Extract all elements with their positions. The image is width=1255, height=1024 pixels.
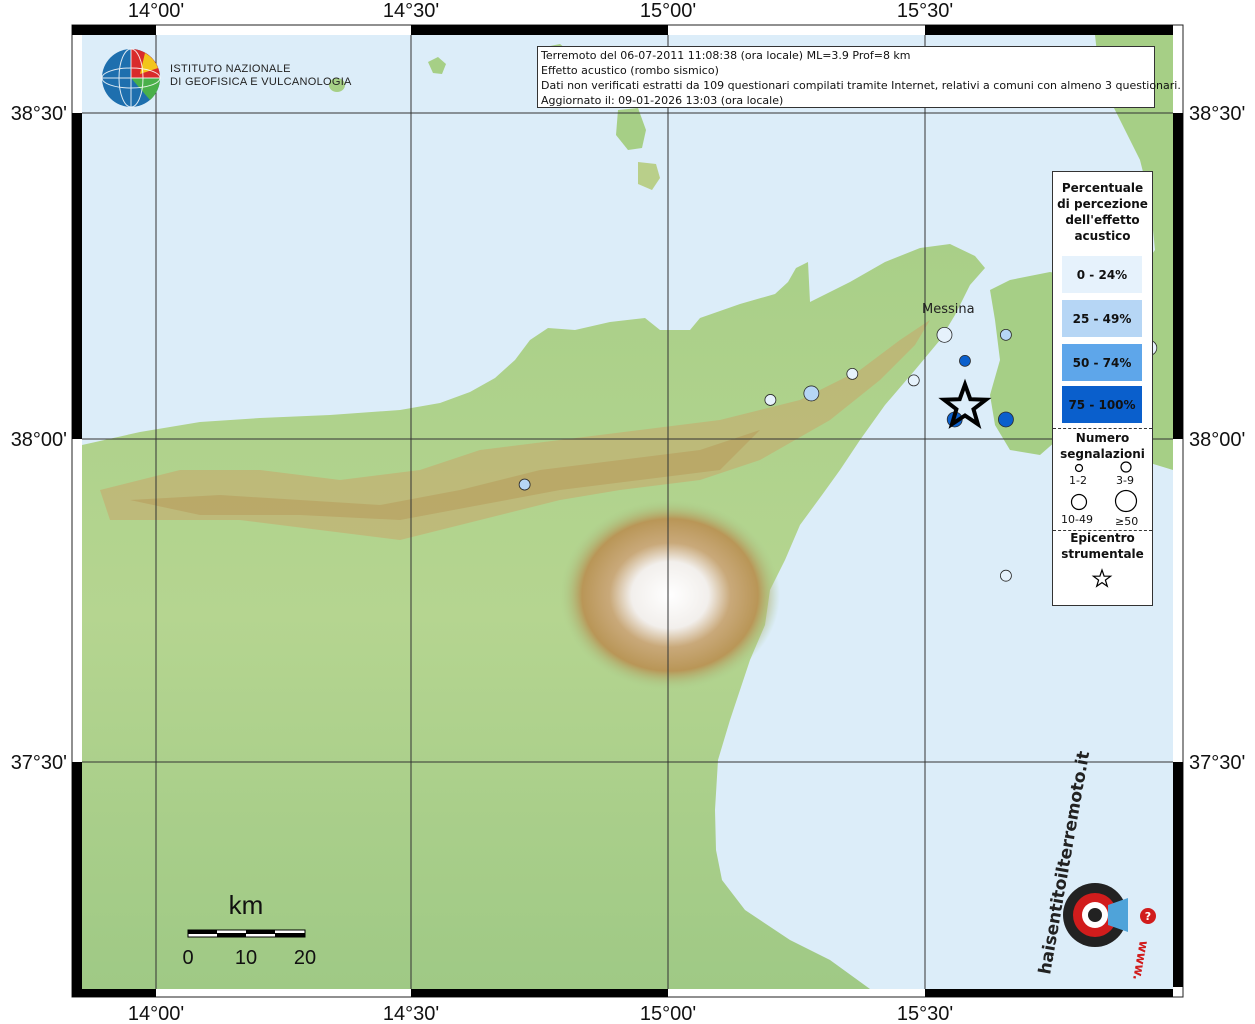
etna-volcano (560, 500, 780, 690)
scale-unit: km (229, 890, 264, 920)
ingv-logo-line1: ISTITUTO NAZIONALE (170, 63, 291, 75)
legend-count-3-9: 3-9 (1116, 474, 1134, 487)
scale-tick-20: 20 (294, 947, 316, 969)
observation-point (959, 354, 971, 367)
ingv-logo-icon (101, 48, 161, 108)
ingv-logo-text: ISTITUTO NAZIONALE DI GEOFISICA E VULCAN… (170, 63, 352, 89)
observation-point (518, 478, 531, 491)
legend-star-icon (1091, 568, 1113, 588)
legend-separator-1 (1053, 428, 1152, 429)
event-info-line3: Dati non verificati estratti da 109 ques… (541, 79, 1181, 92)
event-info-line2: Effetto acustico (rombo sismico) (541, 64, 719, 77)
observation-point (846, 367, 859, 380)
observation-point (907, 374, 920, 387)
legend-circle-50 (1114, 489, 1138, 513)
event-info-box: Terremoto del 06-07-2011 11:08:38 (ora l… (537, 46, 1181, 108)
scale-tick-10: 10 (235, 947, 257, 969)
observation-point (998, 411, 1014, 428)
lon-label-top-1530: 15°30' (897, 0, 953, 22)
ingv-logo-line2: DI GEOFISICA E VULCANOLOGIA (170, 76, 352, 88)
legend-count-symbols (1070, 461, 1138, 513)
observation-point (803, 385, 820, 402)
legend-class-0: 0 - 24% (1062, 256, 1142, 293)
lon-label-bottom-1430: 14°30' (383, 1003, 439, 1024)
event-info-line1: Terremoto del 06-07-2011 11:08:38 (ora l… (541, 49, 911, 62)
legend-circle-3-9 (1120, 461, 1132, 473)
lat-label-right-3730: 37°30' (1189, 752, 1245, 774)
svg-text:?: ? (1145, 910, 1151, 923)
legend-count-1-2: 1-2 (1069, 474, 1087, 487)
legend-title: Percentuale di percezione dell'effetto a… (1057, 181, 1148, 243)
legend-count-10-49: 10-49 (1061, 513, 1093, 526)
lon-label-top-1430: 14°30' (383, 0, 439, 22)
city-label-messina: Messina (922, 302, 975, 317)
legend-epicenter-title: Epicentro strumentale (1061, 531, 1144, 561)
lat-label-left-3830: 38°30' (11, 103, 67, 125)
legend-circle-10-49 (1070, 493, 1088, 511)
lat-label-left-3730: 37°30' (11, 752, 67, 774)
legend-circle-1-2 (1074, 463, 1084, 473)
legend-panel: Percentuale di percezione dell'effetto a… (1052, 171, 1153, 606)
lat-label-right-3830: 38°30' (1189, 103, 1245, 125)
event-info-line4: Aggiornato il: 09-01-2026 13:03 (ora loc… (541, 94, 784, 107)
lon-label-top-1400: 14°00' (128, 0, 184, 22)
observation-point (936, 326, 953, 343)
scale-tick-0: 0 (182, 947, 193, 969)
legend-class-2: 50 - 74% (1062, 344, 1142, 381)
lon-label-bottom-1530: 15°30' (897, 1003, 953, 1024)
legend-class-3: 75 - 100% (1062, 386, 1142, 423)
observation-point (764, 394, 777, 406)
lon-label-bottom-1400: 14°00' (128, 1003, 184, 1024)
lon-label-bottom-1500: 15°00' (640, 1003, 696, 1024)
lat-label-right-3800: 38°00' (1189, 429, 1245, 451)
lon-label-top-1500: 15°00' (640, 0, 696, 22)
legend-class-1: 25 - 49% (1062, 300, 1142, 337)
lat-label-left-3800: 38°00' (11, 429, 67, 451)
legend-count-50: ≥50 (1115, 515, 1139, 528)
observation-point (1000, 328, 1012, 341)
observation-point (1000, 569, 1012, 582)
